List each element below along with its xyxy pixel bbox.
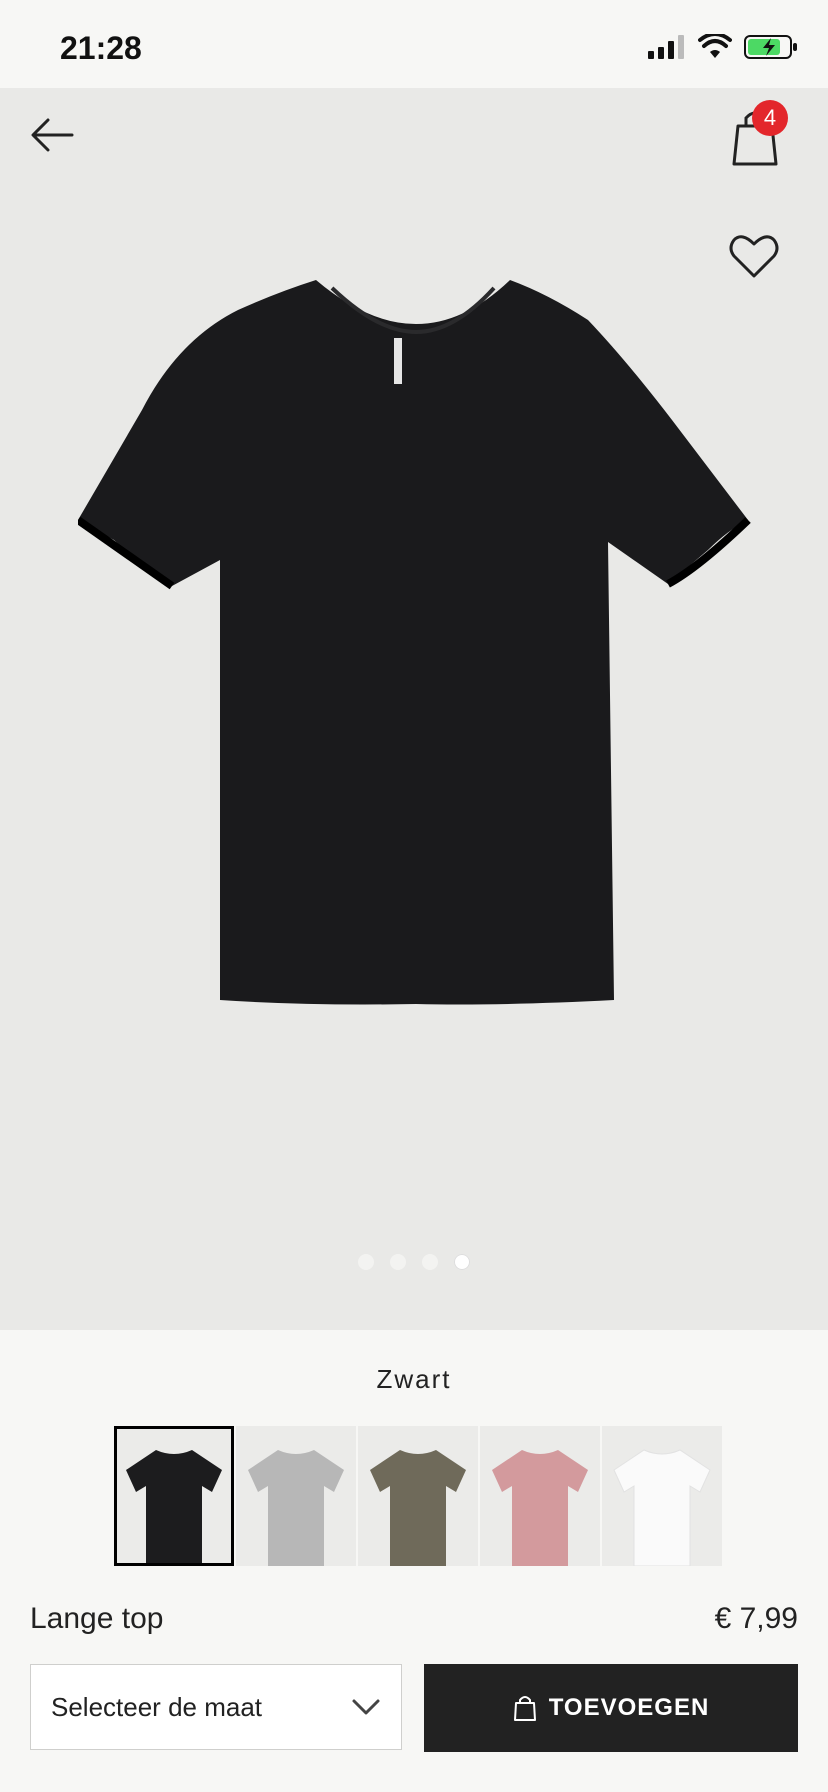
gallery-pagination [0,1254,828,1270]
swatch-image-grey [248,1450,344,1566]
size-select-label: Selecteer de maat [51,1691,263,1722]
back-arrow-icon[interactable] [28,110,78,160]
swatch-image-pink [492,1450,588,1566]
color-swatch-white[interactable] [602,1426,722,1566]
swatch-image-khaki [370,1450,466,1566]
color-swatch-list [114,1426,722,1566]
purchase-panel: Lange top € 7,99 Selecteer de maat TOEVO… [0,1566,828,1792]
color-swatch-grey[interactable] [236,1426,356,1566]
wifi-icon [698,34,732,58]
swatch-image-black [126,1450,222,1566]
size-select[interactable]: Selecteer de maat [30,1664,402,1750]
product-name: Lange top [30,1602,164,1635]
add-to-bag-button[interactable]: TOEVOEGEN [424,1664,798,1752]
gallery-dot-2[interactable] [390,1254,406,1270]
cart-count-badge: 4 [752,100,788,136]
gallery-dot-4[interactable] [454,1254,470,1270]
color-swatch-black[interactable] [114,1426,234,1566]
color-swatch-khaki[interactable] [358,1426,478,1566]
status-icons [648,34,798,60]
status-time: 21:28 [60,30,142,66]
product-gallery[interactable]: 4 [0,88,828,1330]
status-bar: 21:28 [0,0,828,88]
gallery-dot-3[interactable] [422,1254,438,1270]
swatch-image-white [613,1449,711,1566]
product-image-tshirt [78,280,751,1005]
signal-icon [648,35,684,59]
battery-icon [744,35,797,59]
shopping-bag-icon [513,1696,536,1721]
color-swatch-pink[interactable] [480,1426,600,1566]
chevron-down-icon [352,1699,380,1715]
heart-icon[interactable] [726,228,782,284]
gallery-dot-1[interactable] [358,1254,374,1270]
selected-color-name: Zwart [376,1364,452,1394]
product-price: € 7,99 [714,1602,798,1635]
add-to-bag-label: TOEVOEGEN [548,1694,710,1721]
